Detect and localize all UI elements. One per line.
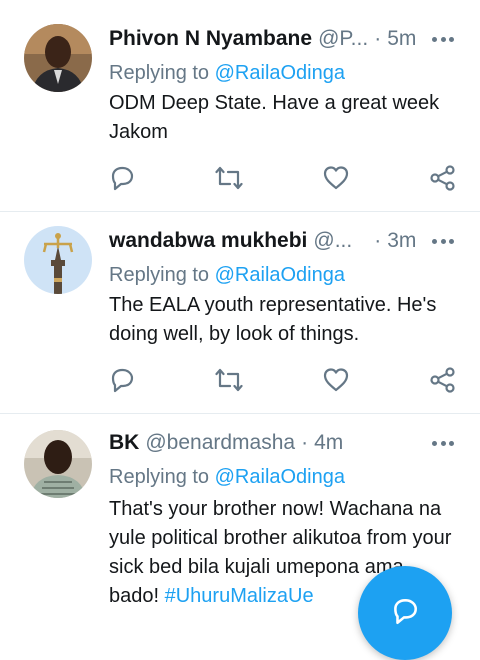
reply-icon[interactable]: [108, 164, 136, 192]
compose-reply-icon: [394, 599, 417, 625]
heart-icon[interactable]: [322, 366, 350, 394]
display-name[interactable]: Phivon N Nyambane: [109, 27, 312, 51]
more-options-icon[interactable]: [432, 440, 454, 446]
replying-to-label: Replying to: [109, 62, 215, 84]
tweet-header: Phivon N Nyambane @P... · 5m: [109, 24, 456, 54]
tweet-text: ODM Deep State. Have a great week Jakom: [109, 92, 440, 143]
mention-link[interactable]: @RailaOdinga: [215, 264, 345, 286]
share-icon[interactable]: [429, 164, 457, 192]
heart-icon[interactable]: [322, 164, 350, 192]
display-name[interactable]: wandabwa mukhebi: [109, 229, 307, 253]
user-handle[interactable]: @...: [313, 229, 352, 253]
timestamp[interactable]: 3m: [387, 229, 416, 253]
replying-to-label: Replying to: [109, 264, 215, 286]
tweet-1[interactable]: Phivon N Nyambane @P... · 5m Replying to…: [0, 0, 480, 211]
mention-link[interactable]: @RailaOdinga: [215, 466, 345, 488]
avatar[interactable]: [24, 430, 92, 498]
display-name[interactable]: BK: [109, 431, 139, 455]
replying-to-label: Replying to: [109, 466, 215, 488]
replying-to: Replying to @RailaOdinga: [109, 62, 345, 85]
more-options-icon[interactable]: [432, 238, 454, 244]
user-handle[interactable]: @P...: [318, 27, 368, 51]
timestamp[interactable]: 5m: [387, 27, 416, 51]
tweet-header: wandabwa mukhebi @... · 3m: [109, 226, 456, 256]
timestamp[interactable]: 4m: [314, 431, 343, 455]
avatar[interactable]: [24, 226, 92, 294]
tweet-text: The EALA youth representative. He's doin…: [109, 294, 437, 345]
tweet-header: BK @benardmasha · 4m: [109, 428, 456, 458]
separator-dot: ·: [301, 431, 309, 454]
separator-dot: ·: [374, 229, 382, 252]
tweet-2[interactable]: wandabwa mukhebi @... · 3m Replying to @…: [0, 212, 480, 413]
more-options-icon[interactable]: [432, 36, 454, 42]
mention-link[interactable]: @RailaOdinga: [215, 62, 345, 84]
retweet-icon[interactable]: [215, 164, 243, 192]
replying-to: Replying to @RailaOdinga: [109, 466, 345, 489]
replying-to: Replying to @RailaOdinga: [109, 264, 345, 287]
user-handle[interactable]: @benardmasha: [145, 431, 295, 455]
compose-reply-button[interactable]: [358, 566, 452, 660]
reply-icon[interactable]: [108, 366, 136, 394]
retweet-icon[interactable]: [215, 366, 243, 394]
separator-dot: ·: [374, 27, 382, 50]
avatar[interactable]: [24, 24, 92, 92]
share-icon[interactable]: [429, 366, 457, 394]
hashtag-link[interactable]: #UhuruMalizaUe: [165, 585, 314, 607]
